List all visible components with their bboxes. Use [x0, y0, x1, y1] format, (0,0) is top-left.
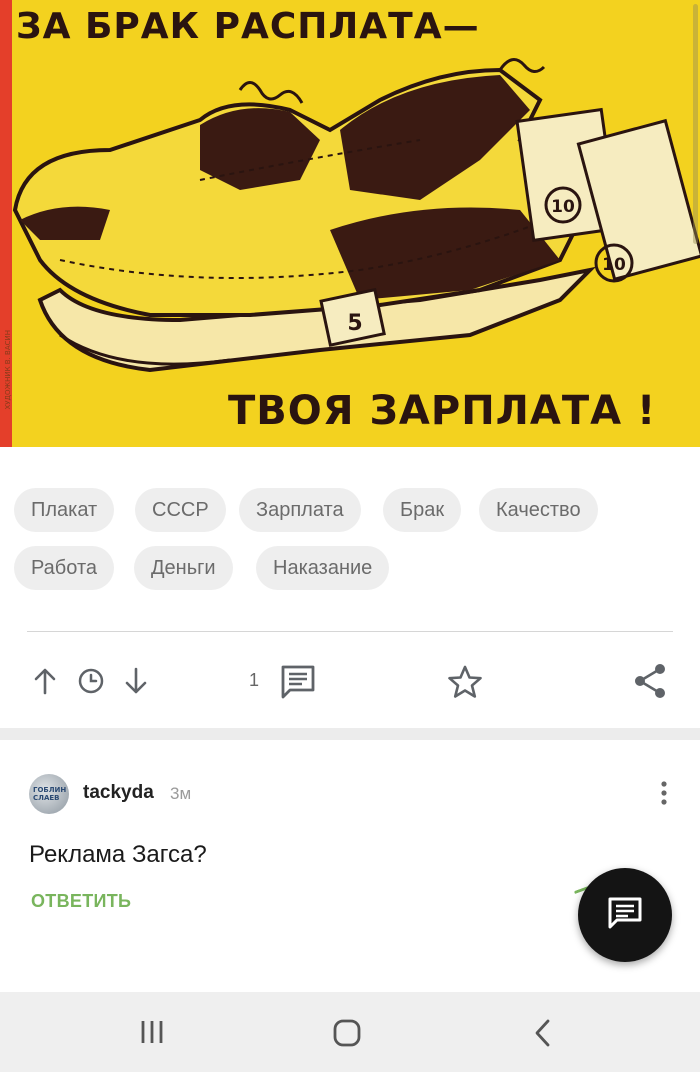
divider: [27, 631, 673, 632]
tag-chip[interactable]: СССР: [135, 488, 226, 532]
avatar[interactable]: ГОБЛИН СЛАЕВ: [29, 774, 69, 814]
comment-author[interactable]: tackyda: [83, 782, 154, 804]
comment-time: 3м: [170, 784, 192, 803]
poster-headline-bottom: ТВОЯ ЗАРПЛАТА !: [228, 388, 657, 434]
post-card: Плакат СССР Зарплата Брак Качество Работ…: [0, 447, 700, 728]
arrow-up-icon[interactable]: [33, 667, 57, 695]
bill-value: 10: [602, 255, 626, 275]
back-icon[interactable]: [533, 1019, 553, 1052]
system-nav-bar: [0, 992, 700, 1072]
bill-10-b: 10: [576, 118, 700, 283]
boot-illustration: 10 10 5: [12, 58, 700, 373]
home-icon[interactable]: [333, 1019, 361, 1052]
arrow-down-icon[interactable]: [124, 667, 148, 695]
tag-chip[interactable]: Наказание: [256, 546, 390, 590]
tag-chip[interactable]: Качество: [479, 488, 598, 532]
tag-chip[interactable]: Зарплата: [239, 488, 361, 532]
comment-icon[interactable]: [280, 664, 316, 700]
comment-text: Реклама Загса?: [29, 841, 207, 868]
tag-chip[interactable]: Деньги: [134, 546, 233, 590]
comment-item: ГОБЛИН СЛАЕВ tackyda 3м Реклама Загса? О…: [0, 740, 700, 992]
comment-icon: [607, 896, 643, 935]
share-icon[interactable]: [633, 663, 667, 699]
comment-count: 1: [249, 670, 260, 690]
scrollbar[interactable]: [693, 4, 698, 244]
tag-chip[interactable]: Плакат: [14, 488, 115, 532]
recent-apps-icon[interactable]: [139, 1019, 165, 1050]
post-image[interactable]: ХУДОЖНИК В. ВАСИН ЗА БРАК РАСПЛАТА— 10 1…: [0, 0, 700, 447]
bill-value: 10: [551, 197, 575, 217]
more-options-icon[interactable]: [660, 780, 668, 811]
add-comment-button[interactable]: [578, 868, 672, 962]
star-icon[interactable]: [447, 664, 483, 700]
post-actions: 1: [0, 657, 700, 707]
clock-icon[interactable]: [78, 668, 104, 694]
avatar-text: ГОБЛИН СЛАЕВ: [33, 786, 67, 802]
bill-value: 5: [347, 311, 362, 336]
bill-5: 5: [319, 287, 386, 347]
tag-chip[interactable]: Работа: [14, 546, 114, 590]
tag-chip[interactable]: Брак: [383, 488, 462, 532]
reply-button[interactable]: ОТВЕТИТЬ: [31, 891, 131, 912]
